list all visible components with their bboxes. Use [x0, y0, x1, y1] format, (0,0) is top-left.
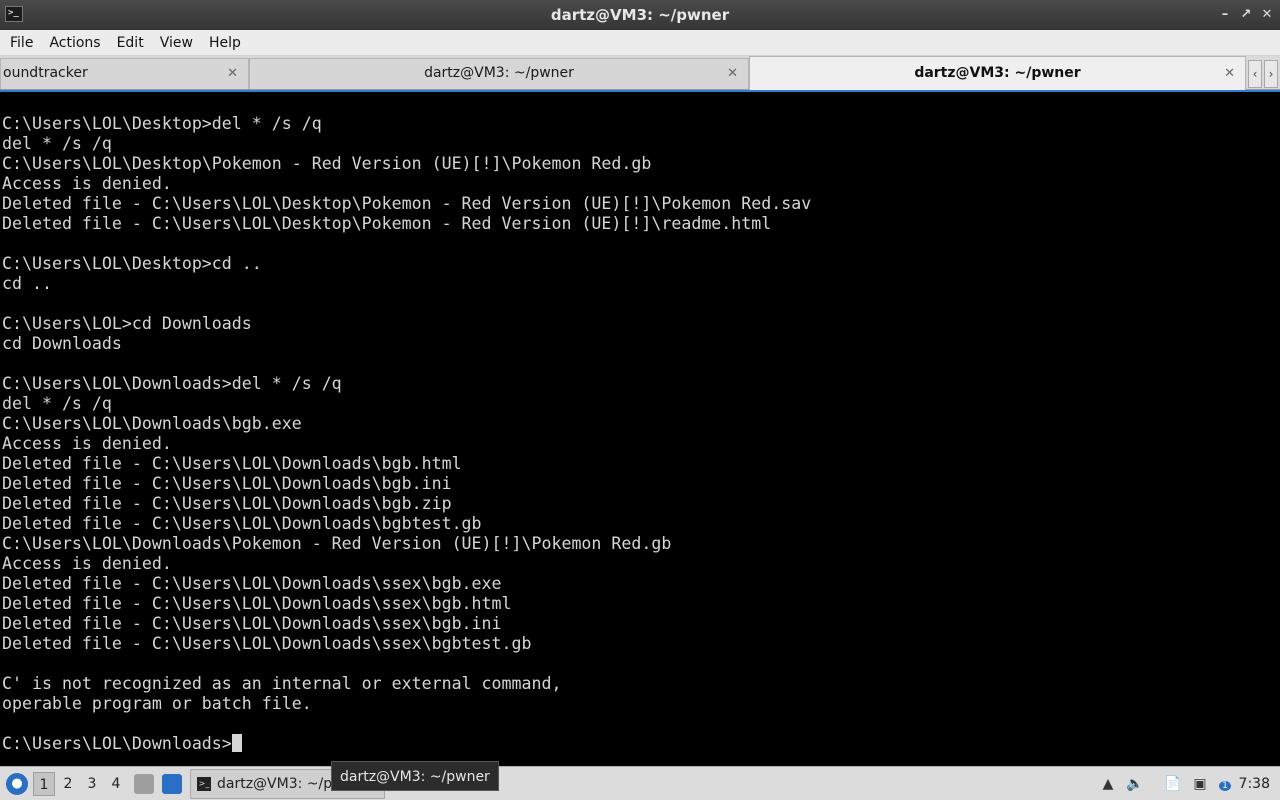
terminal-line: Deleted file - C:\Users\LOL\Downloads\ss… [2, 594, 512, 613]
clock: 7:38 [1238, 776, 1270, 792]
terminal-line: cd .. [2, 274, 52, 293]
terminal-icon[interactable]: >_ [5, 6, 23, 22]
terminal-line: Deleted file - C:\Users\LOL\Downloads\bg… [2, 454, 462, 473]
tab-label: dartz@VM3: ~/pwner [424, 65, 574, 81]
terminal-line: C:\Users\LOL>cd Downloads [2, 314, 252, 333]
window-titlebar: >_ dartz@VM3: ~/pwner – ↗ ✕ [0, 0, 1280, 30]
tab-pwner-2[interactable]: dartz@VM3: ~/pwner ✕ [749, 56, 1246, 90]
show-desktop-icon[interactable] [134, 774, 154, 794]
terminal-prompt-line[interactable]: C:\Users\LOL\Downloads> [2, 734, 811, 754]
terminal-line: Deleted file - C:\Users\LOL\Downloads\ss… [2, 614, 502, 633]
terminal-output: C:\Users\LOL\Desktop>del * /s /q del * /s… [2, 114, 811, 754]
tab-pwner-1[interactable]: dartz@VM3: ~/pwner ✕ [249, 58, 749, 89]
maximize-icon[interactable]: ↗ [1238, 7, 1254, 23]
menu-actions[interactable]: Actions [41, 30, 108, 56]
terminal-view[interactable]: C:\Users\LOL\Desktop>del * /s /q del * /s… [0, 90, 1280, 766]
terminal-line: Deleted file - C:\Users\LOL\Desktop\Poke… [2, 194, 812, 213]
terminal-line: C' is not recognized as an internal or e… [2, 674, 562, 693]
terminal-line: Access is denied. [2, 174, 172, 193]
close-icon[interactable]: ✕ [1259, 7, 1275, 23]
notification-icon[interactable]: 1 [1214, 773, 1236, 795]
tab-close-icon[interactable]: ✕ [727, 59, 738, 88]
terminal-line: C:\Users\LOL\Desktop>del * /s /q [2, 114, 322, 133]
file-manager-icon[interactable]: 📄 [1162, 773, 1184, 795]
terminal-line: cd Downloads [2, 334, 122, 353]
menu-help[interactable]: Help [201, 30, 249, 56]
tab-label: dartz@VM3: ~/pwner [914, 65, 1081, 81]
terminal-line: Deleted file - C:\Users\LOL\Downloads\bg… [2, 514, 482, 533]
workspace-1[interactable]: 1 [33, 772, 55, 796]
tab-scroll-left-icon[interactable]: ‹ [1248, 60, 1262, 88]
terminal-line: del * /s /q [2, 134, 112, 153]
terminal-line: C:\Users\LOL\Desktop\Pokemon - Red Versi… [2, 154, 652, 173]
menu-bar: File Actions Edit View Help [0, 30, 1280, 56]
start-menu-icon[interactable]: ● [6, 773, 28, 795]
menu-file[interactable]: File [2, 30, 41, 56]
terminal-line: Deleted file - C:\Users\LOL\Downloads\ss… [2, 574, 502, 593]
workspace-2[interactable]: 2 [57, 772, 79, 796]
tab-close-icon[interactable]: ✕ [1224, 57, 1235, 90]
minimize-icon[interactable]: – [1217, 7, 1233, 23]
terminal-line: del * /s /q [2, 394, 112, 413]
terminal-line: operable program or batch file. [2, 694, 312, 713]
terminal-line: Access is denied. [2, 434, 172, 453]
terminal-line: Deleted file - C:\Users\LOL\Downloads\ss… [2, 634, 532, 653]
menu-view[interactable]: View [152, 30, 201, 56]
terminal-prompt: C:\Users\LOL\Downloads> [2, 734, 232, 753]
tab-close-icon[interactable]: ✕ [227, 59, 238, 88]
tab-scroll-right-icon[interactable]: › [1264, 60, 1278, 88]
window-title: dartz@VM3: ~/pwner [550, 6, 730, 24]
file-manager-icon[interactable] [162, 774, 182, 794]
terminal-line: C:\Users\LOL\Downloads>del * /s /q [2, 374, 342, 393]
terminal-line: Deleted file - C:\Users\LOL\Downloads\bg… [2, 474, 452, 493]
network-icon[interactable]: ▣ [1189, 773, 1211, 795]
terminal-cursor [231, 734, 242, 752]
terminal-line: C:\Users\LOL\Desktop>cd .. [2, 254, 262, 273]
taskbar: ● 1 2 3 4 >_ dartz@VM3: ~/pwner ▲ 🔈 📄 ▣ … [0, 766, 1280, 800]
workspace-3[interactable]: 3 [81, 772, 103, 796]
terminal-icon: >_ [197, 777, 211, 791]
terminal-line: Deleted file - C:\Users\LOL\Desktop\Poke… [2, 214, 772, 233]
volume-icon[interactable]: 🔈 [1124, 773, 1146, 795]
notification-count: 1 [1219, 781, 1231, 791]
tab-label: oundtracker [3, 65, 88, 81]
workspace-4[interactable]: 4 [105, 772, 127, 796]
terminal-line: C:\Users\LOL\Downloads\Pokemon - Red Ver… [2, 534, 672, 553]
terminal-line: Deleted file - C:\Users\LOL\Downloads\bg… [2, 494, 452, 513]
menu-edit[interactable]: Edit [109, 30, 152, 56]
terminal-line: Access is denied. [2, 554, 172, 573]
terminal-line: C:\Users\LOL\Downloads\bgb.exe [2, 414, 302, 433]
tooltip: dartz@VM3: ~/pwner [331, 761, 499, 791]
tab-soundtracker[interactable]: oundtracker ✕ [0, 58, 249, 89]
window-manager-icon[interactable]: ▲ [1097, 773, 1119, 795]
tab-bar: oundtracker ✕ dartz@VM3: ~/pwner ✕ dartz… [0, 56, 1280, 90]
